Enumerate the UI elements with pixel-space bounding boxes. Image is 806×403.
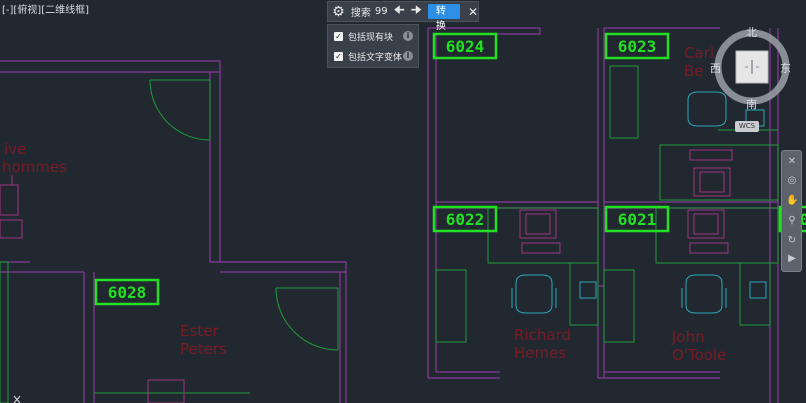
occupant-names: Ester Peters Richard Hemes John O'Toole … <box>2 44 726 364</box>
room-tag-6021: 6021 <box>618 210 657 229</box>
navigation-bar: ✕ ◎ ✋ ⚲ ↻ ▶ <box>781 150 802 272</box>
option-label: 包括现有块 <box>348 32 394 43</box>
room-tag-6024: 6024 <box>446 37 485 56</box>
occupant-name: hommes <box>2 158 67 176</box>
option-include-existing-blocks[interactable]: ✓ 包括现有块 <box>334 29 393 43</box>
info-icon[interactable]: i <box>403 51 413 61</box>
option-include-text-variants[interactable]: ✓ 包括文字变体 <box>334 49 402 63</box>
occupant-name: John <box>671 328 705 346</box>
convert-button[interactable]: 转换 <box>427 4 460 32</box>
walls <box>0 27 779 403</box>
ucs-icon <box>13 395 21 403</box>
search-count: 99 <box>374 6 388 17</box>
room-tag-6028: 6028 <box>108 283 147 302</box>
compass-north[interactable]: 北 <box>746 24 757 40</box>
furniture <box>0 149 733 403</box>
search-label: 搜索 <box>350 8 371 19</box>
option-label: 包括文字变体 <box>348 52 403 63</box>
orbit-icon[interactable]: ↻ <box>786 235 798 247</box>
occupant-name: Be <box>684 62 704 80</box>
pan-icon[interactable]: ✋ <box>786 195 798 207</box>
room-tag-6023: 6023 <box>618 37 657 56</box>
search-options-panel: ✓ 包括现有块 i ✓ 包括文字变体 i <box>327 24 419 68</box>
viewport-label[interactable]: [-][俯视][二维线框] <box>2 1 89 16</box>
checkbox-checked[interactable]: ✓ <box>334 51 343 61</box>
occupant-name: Peters <box>180 340 227 358</box>
search-toolbar: ⚙ 搜索 99 🠈 🠊 转换 ✕ <box>327 1 479 32</box>
showmotion-icon[interactable]: ▶ <box>786 253 798 265</box>
compass-south[interactable]: 南 <box>746 96 757 112</box>
gear-icon[interactable]: ⚙ <box>332 4 345 20</box>
occupant-name: Ester <box>180 322 219 340</box>
close-icon[interactable]: ✕ <box>786 156 798 168</box>
steering-wheel-icon[interactable]: ◎ <box>786 175 798 187</box>
room-tag-6022: 6022 <box>446 210 485 229</box>
arrow-left-icon[interactable]: 🠈 <box>394 1 405 22</box>
info-icon[interactable]: i <box>403 31 413 41</box>
zoom-icon[interactable]: ⚲ <box>786 215 798 227</box>
compass-west[interactable]: 西 <box>710 60 721 76</box>
wcs-menu[interactable]: WCS <box>735 121 759 132</box>
viewcube[interactable] <box>714 29 790 105</box>
close-icon[interactable]: ✕ <box>468 5 478 19</box>
occupant-name: O'Toole <box>672 346 726 364</box>
compass-east[interactable]: 东 <box>780 60 791 76</box>
occupant-name: Hemes <box>514 344 566 362</box>
occupant-name: ive <box>4 140 26 158</box>
occupant-name: Richard <box>514 326 571 344</box>
checkbox-checked[interactable]: ✓ <box>334 31 343 41</box>
arrow-right-icon[interactable]: 🠊 <box>411 1 422 22</box>
